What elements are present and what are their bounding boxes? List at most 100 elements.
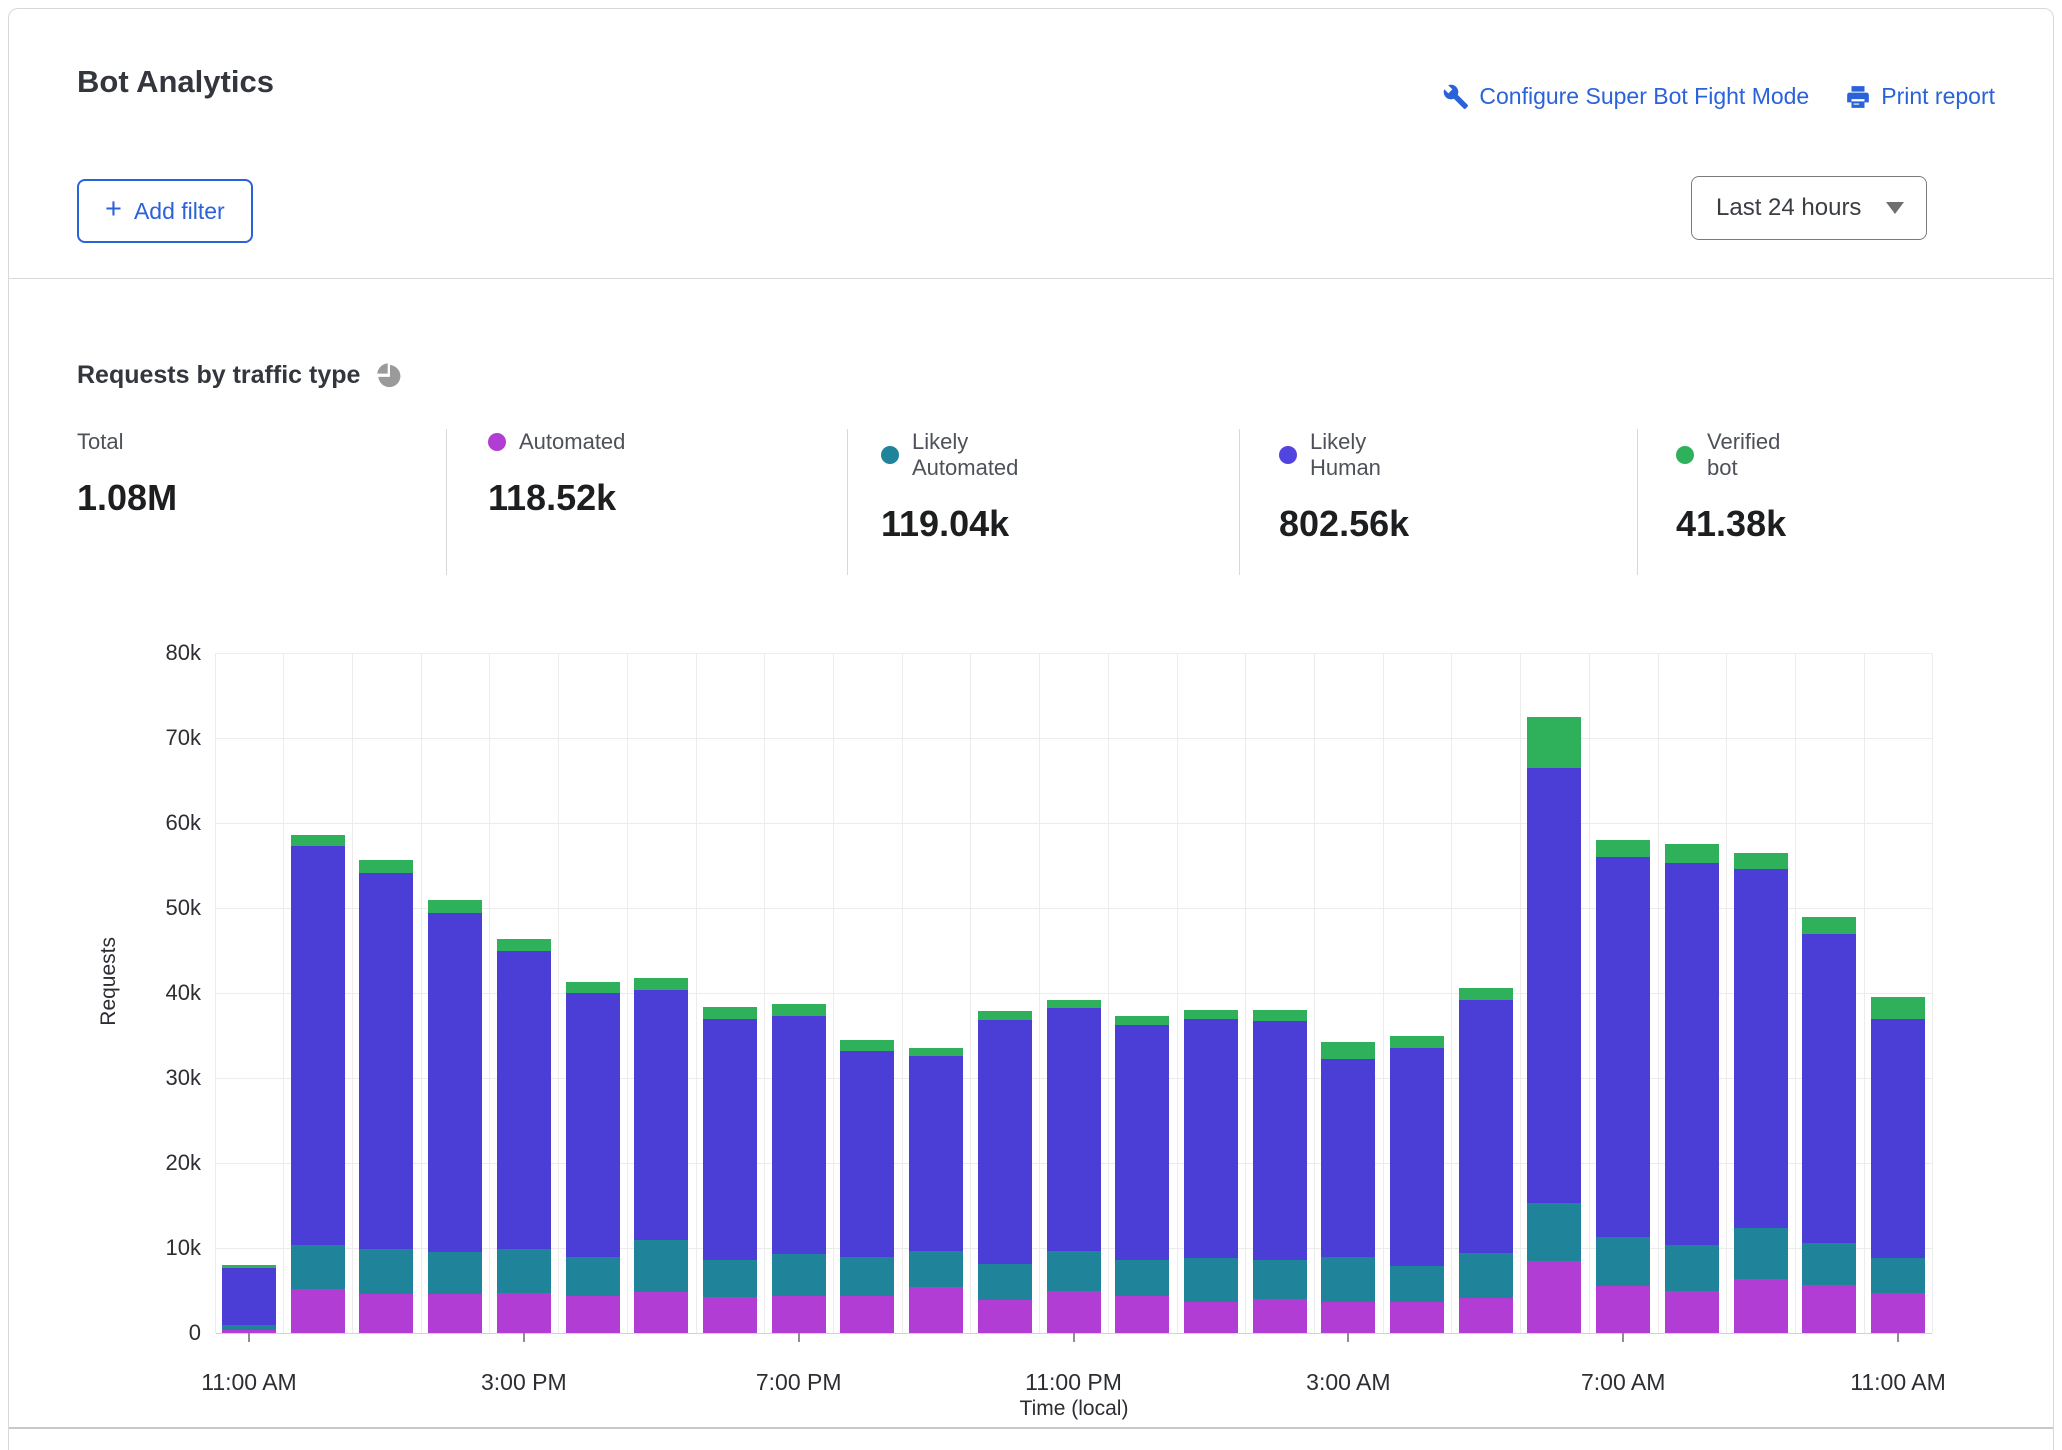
bar-3-2-00-PM[interactable]: [428, 900, 482, 1333]
time-range-dropdown[interactable]: Last 24 hours: [1691, 176, 1927, 240]
segment-verified_bot: [1390, 1036, 1444, 1048]
segment-verified_bot: [772, 1004, 826, 1016]
segment-likely_automated: [566, 1257, 620, 1296]
stat-value: 1.08M: [77, 477, 177, 519]
segment-verified_bot: [909, 1048, 963, 1056]
bar-14-1-00-AM[interactable]: [1184, 1010, 1238, 1333]
segment-automated: [1321, 1302, 1375, 1333]
segment-automated: [909, 1287, 963, 1333]
segment-automated: [1253, 1299, 1307, 1333]
segment-automated: [703, 1297, 757, 1333]
segment-automated: [634, 1292, 688, 1333]
x-axis-label-11-00-AM: 11:00 AM: [169, 1369, 329, 1396]
gridline-v: [421, 653, 422, 1333]
stat-value: 118.52k: [488, 477, 625, 519]
plus-icon: +: [105, 195, 122, 224]
configure-super-bot-fight-mode-link[interactable]: Configure Super Bot Fight Mode: [1443, 83, 1809, 110]
x-tick: [1897, 1333, 1899, 1342]
legend-dot: [1676, 446, 1694, 464]
wrench-icon: [1443, 84, 1469, 110]
stat-label: Verified bot: [1707, 429, 1786, 481]
gridline-v: [283, 653, 284, 1333]
segment-automated: [1390, 1302, 1444, 1333]
gridline-v: [1726, 653, 1727, 1333]
segment-verified_bot: [1115, 1016, 1169, 1025]
bar-18-5-00-AM[interactable]: [1459, 988, 1513, 1333]
segment-likely_automated: [1184, 1258, 1238, 1301]
segment-likely_automated: [978, 1264, 1032, 1300]
bar-20-7-00-AM[interactable]: [1596, 840, 1650, 1333]
gridline-v: [1658, 653, 1659, 1333]
segment-verified_bot: [1871, 997, 1925, 1018]
gridline-v: [1589, 653, 1590, 1333]
segment-likely_human: [1321, 1059, 1375, 1257]
add-filter-label: Add filter: [134, 198, 225, 225]
segment-verified_bot: [840, 1040, 894, 1051]
bar-22-9-00-AM[interactable]: [1734, 853, 1788, 1333]
segment-likely_human: [1802, 934, 1856, 1243]
section-title: Requests by traffic type: [77, 361, 360, 390]
segment-automated: [566, 1296, 620, 1333]
segment-likely_automated: [703, 1260, 757, 1297]
y-axis-label-60k: 60k: [99, 810, 201, 836]
segment-verified_bot: [291, 835, 345, 846]
bar-15-2-00-AM[interactable]: [1253, 1010, 1307, 1333]
segment-likely_human: [1871, 1019, 1925, 1259]
bar-23-10-00-AM[interactable]: [1802, 917, 1856, 1333]
segment-automated: [1047, 1291, 1101, 1333]
gridline-v: [1932, 653, 1933, 1333]
bar-2-1-00-PM[interactable]: [359, 860, 413, 1333]
bar-13-12-00-AM[interactable]: [1115, 1016, 1169, 1333]
x-axis-label-11-00-PM: 11:00 PM: [994, 1369, 1154, 1396]
segment-likely_automated: [497, 1249, 551, 1293]
printer-icon: [1845, 84, 1871, 110]
stat-label: Likely Human: [1310, 429, 1409, 481]
segment-likely_human: [566, 993, 620, 1257]
bar-8-7-00-PM[interactable]: [772, 1004, 826, 1333]
segment-likely_human: [1596, 857, 1650, 1237]
segment-automated: [1527, 1261, 1581, 1333]
segment-verified_bot: [566, 982, 620, 993]
segment-automated: [840, 1296, 894, 1333]
bar-16-3-00-AM[interactable]: [1321, 1042, 1375, 1333]
bar-12-11-00-PM[interactable]: [1047, 1000, 1101, 1333]
bar-0-11-00-AM[interactable]: [222, 1265, 276, 1333]
gridline-v: [1383, 653, 1384, 1333]
gridline-v: [558, 653, 559, 1333]
gridline-v: [902, 653, 903, 1333]
x-axis-title: Time (local): [216, 1397, 1932, 1421]
analytics-card: Bot Analytics Configure Super Bot Fight …: [8, 8, 2054, 1450]
y-axis-label-10k: 10k: [99, 1235, 201, 1261]
bar-21-8-00-AM[interactable]: [1665, 844, 1719, 1333]
legend-dot: [1279, 446, 1297, 464]
segment-verified_bot: [1527, 717, 1581, 768]
segment-verified_bot: [1459, 988, 1513, 1000]
bar-7-6-00-PM[interactable]: [703, 1007, 757, 1333]
segment-likely_automated: [1734, 1228, 1788, 1279]
segment-automated: [978, 1300, 1032, 1333]
bar-10-9-00-PM[interactable]: [909, 1048, 963, 1333]
bar-11-10-00-PM[interactable]: [978, 1011, 1032, 1333]
bar-1-12-00-PM[interactable]: [291, 835, 345, 1333]
bar-17-4-00-AM[interactable]: [1390, 1036, 1444, 1333]
bar-19-6-00-AM[interactable]: [1527, 717, 1581, 1333]
bar-9-8-00-PM[interactable]: [840, 1040, 894, 1333]
print-report-link[interactable]: Print report: [1845, 83, 1995, 110]
segment-automated: [1115, 1296, 1169, 1333]
gridline-v: [1108, 653, 1109, 1333]
stat-label: Likely Automated: [912, 429, 1018, 481]
add-filter-button[interactable]: + Add filter: [77, 179, 253, 243]
bar-5-4-00-PM[interactable]: [566, 982, 620, 1333]
segment-likely_human: [840, 1051, 894, 1257]
gridline-v: [833, 653, 834, 1333]
segment-likely_human: [1253, 1021, 1307, 1260]
header-links: Configure Super Bot Fight Mode Print rep…: [1443, 83, 1995, 110]
gridline-h-70k: [216, 738, 1932, 739]
bar-24-11-00-AM[interactable]: [1871, 997, 1925, 1333]
bar-4-3-00-PM[interactable]: [497, 939, 551, 1333]
pie-chart-icon: [376, 362, 404, 390]
time-range-value: Last 24 hours: [1716, 194, 1861, 222]
segment-likely_automated: [1047, 1251, 1101, 1291]
bar-6-5-00-PM[interactable]: [634, 978, 688, 1333]
stat-divider: [847, 429, 848, 575]
